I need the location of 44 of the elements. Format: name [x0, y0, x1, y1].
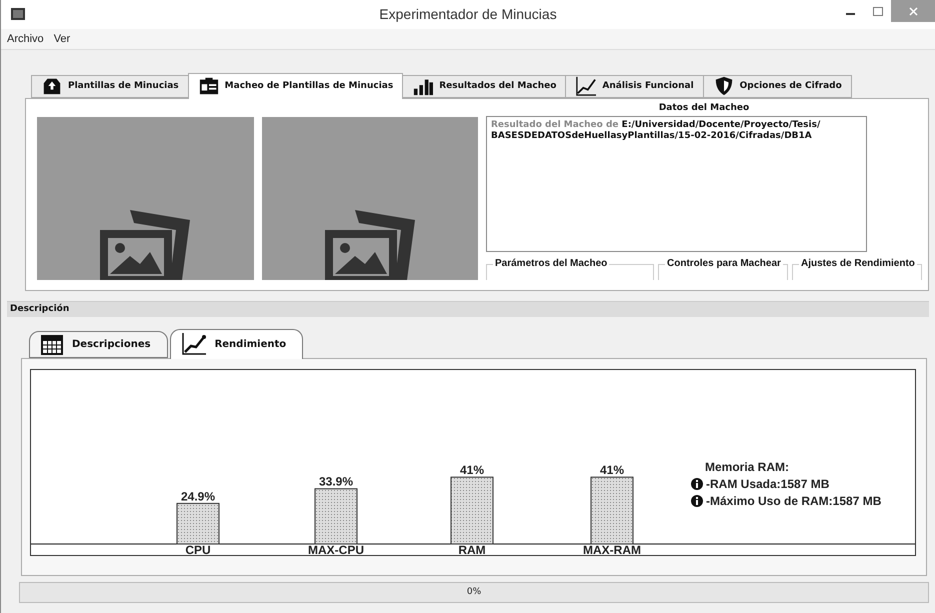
line-chart-icon — [180, 332, 207, 356]
legend-item: -Máximo Uso de RAM:1587 MB — [706, 494, 882, 508]
section-title: Datos del Macheo — [658, 102, 750, 113]
bar — [450, 476, 494, 544]
calendar-icon — [40, 332, 64, 356]
tab[interactable]: Macheo de Plantillas de Minucias — [188, 72, 404, 99]
value-label: 41% — [600, 463, 624, 478]
close-icon — [908, 6, 918, 16]
tab[interactable]: Descripciones — [29, 330, 168, 358]
result-text-area[interactable]: Resultado del Macheo de E:/Universidad/Docente/Proyecto/Tesis/ BASESDEDATOSdeHuellasyPlantillas/15-02-2016/Cifradas/DB1A — [486, 116, 867, 252]
app-icon — [11, 8, 25, 20]
maximize-icon — [872, 6, 882, 16]
minimize-icon — [846, 13, 855, 15]
menu-item[interactable]: Archivo — [7, 32, 44, 45]
clipboard-icon — [198, 76, 220, 96]
group-title: Parámetros del Macheo — [493, 258, 610, 269]
window-title: Experimentador de Minucias — [378, 6, 558, 22]
bar — [590, 476, 634, 544]
info-icon — [691, 478, 703, 490]
bar — [176, 502, 220, 544]
tab[interactable]: Rendimiento — [170, 328, 304, 359]
legend-item: -RAM Usada:1587 MB — [706, 476, 830, 491]
panel-title: Descripción — [10, 304, 70, 314]
line-chart-icon — [575, 76, 598, 96]
group-title: Ajustes de Rendimiento — [799, 258, 917, 269]
result-text: Resultado del Macheo de E:/Universidad/Docente/Proyecto/Tesis/ BASESDEDATOSdeHuellasyPlantillas/15-02-2016/Cifradas/DB1A — [491, 120, 822, 142]
group-title: Controles para Machear — [665, 258, 783, 269]
menu-item[interactable]: Ver — [54, 32, 70, 45]
value-label: 41% — [460, 463, 484, 478]
tab[interactable]: Análisis Funcional — [565, 74, 704, 98]
value-label: 33.9% — [318, 474, 354, 489]
info-icon — [691, 494, 703, 507]
progress-label: 0% — [466, 587, 482, 598]
tab[interactable]: Resultados del Macheo — [402, 74, 566, 98]
category-label: MAX-RAM — [583, 542, 641, 555]
tab[interactable]: Plantillas de Minucias — [31, 74, 189, 98]
value-label: 24.9% — [180, 489, 216, 504]
tab[interactable]: Opciones de Cifrado — [702, 74, 852, 98]
legend-title: Memoria RAM: — [705, 460, 790, 474]
category-label: RAM — [458, 542, 486, 555]
bar — [314, 488, 358, 544]
upload-icon — [41, 76, 63, 96]
category-label: CPU — [185, 542, 211, 555]
category-label: MAX-CPU — [308, 542, 364, 555]
